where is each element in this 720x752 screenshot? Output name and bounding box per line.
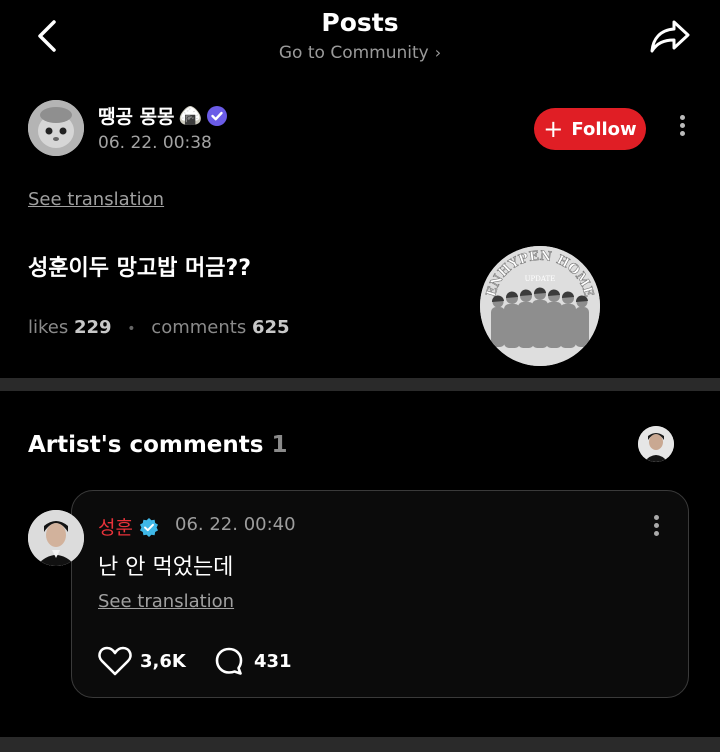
author-name-row[interactable]: 땡공 몽몽 🍙 [98, 102, 228, 129]
artist-comments-title: Artist's comments [28, 432, 264, 458]
go-to-community-label: Go to Community [278, 43, 429, 63]
likes-count: 229 [73, 317, 112, 338]
likes-label: likes [28, 317, 69, 338]
comments-count: 625 [251, 317, 290, 338]
post-more-button[interactable] [672, 112, 692, 146]
plus-icon: + [543, 115, 564, 143]
share-icon [650, 20, 690, 53]
comment-author-name: 성훈 [98, 517, 133, 539]
comment-author-avatar[interactable] [28, 510, 84, 566]
more-vertical-icon [646, 515, 666, 536]
follow-button[interactable]: + Follow [534, 108, 646, 150]
artist-avatar-small[interactable] [638, 426, 674, 462]
thumbnail-subtitle: UPDATE [525, 275, 556, 283]
author-name: 땡공 몽몽 [98, 106, 175, 128]
author-avatar[interactable] [28, 100, 84, 156]
comment-author-row[interactable]: 성훈 [98, 513, 159, 540]
post-image[interactable]: ENHYPEN HOME UPDATE [480, 246, 600, 366]
section-divider [0, 378, 720, 391]
see-translation-link[interactable]: See translation [28, 189, 164, 210]
avatar-illustration [28, 100, 84, 156]
heart-icon [98, 646, 132, 676]
verified-badge-icon [139, 517, 158, 537]
more-vertical-icon [672, 115, 692, 136]
comment-bubble-icon [215, 647, 243, 675]
post-date: 06. 22. 00:38 [98, 133, 212, 153]
comments-label: comments [151, 317, 247, 338]
comment-reply-count: 431 [254, 650, 292, 672]
share-button[interactable] [648, 16, 692, 56]
chevron-right-icon: › [434, 43, 442, 62]
post-text: 성훈이두 망고밥 머금?? [28, 256, 252, 281]
onigiri-emoji: 🍙 [178, 105, 203, 127]
artist-comments-heading: Artist's comments 1 [28, 432, 288, 458]
thumbnail-group-photo: ENHYPEN HOME UPDATE [480, 246, 600, 366]
artist-comments-count: 1 [271, 432, 288, 458]
artist-photo-small [638, 426, 674, 462]
comment-like-button[interactable]: 3,6K [98, 646, 186, 676]
comment-like-count: 3,6K [140, 650, 186, 672]
comment-see-translation-link[interactable]: See translation [98, 591, 234, 612]
stats-separator: • [127, 321, 136, 337]
verified-badge-icon [207, 105, 228, 126]
artist-photo [28, 510, 84, 566]
comment-reply-button[interactable]: 431 [214, 646, 292, 676]
page-title: Posts [321, 8, 399, 37]
go-to-community-link[interactable]: Go to Community › [0, 43, 720, 63]
top-bar: Posts Go to Community › [0, 0, 720, 80]
comment-text: 난 안 먹었는데 [98, 555, 234, 580]
post-stats: likes 229 • comments 625 [28, 317, 290, 338]
bottom-divider [0, 737, 720, 752]
comment-date: 06. 22. 00:40 [175, 514, 296, 535]
follow-label: Follow [571, 118, 637, 140]
comment-more-button[interactable] [646, 512, 666, 542]
